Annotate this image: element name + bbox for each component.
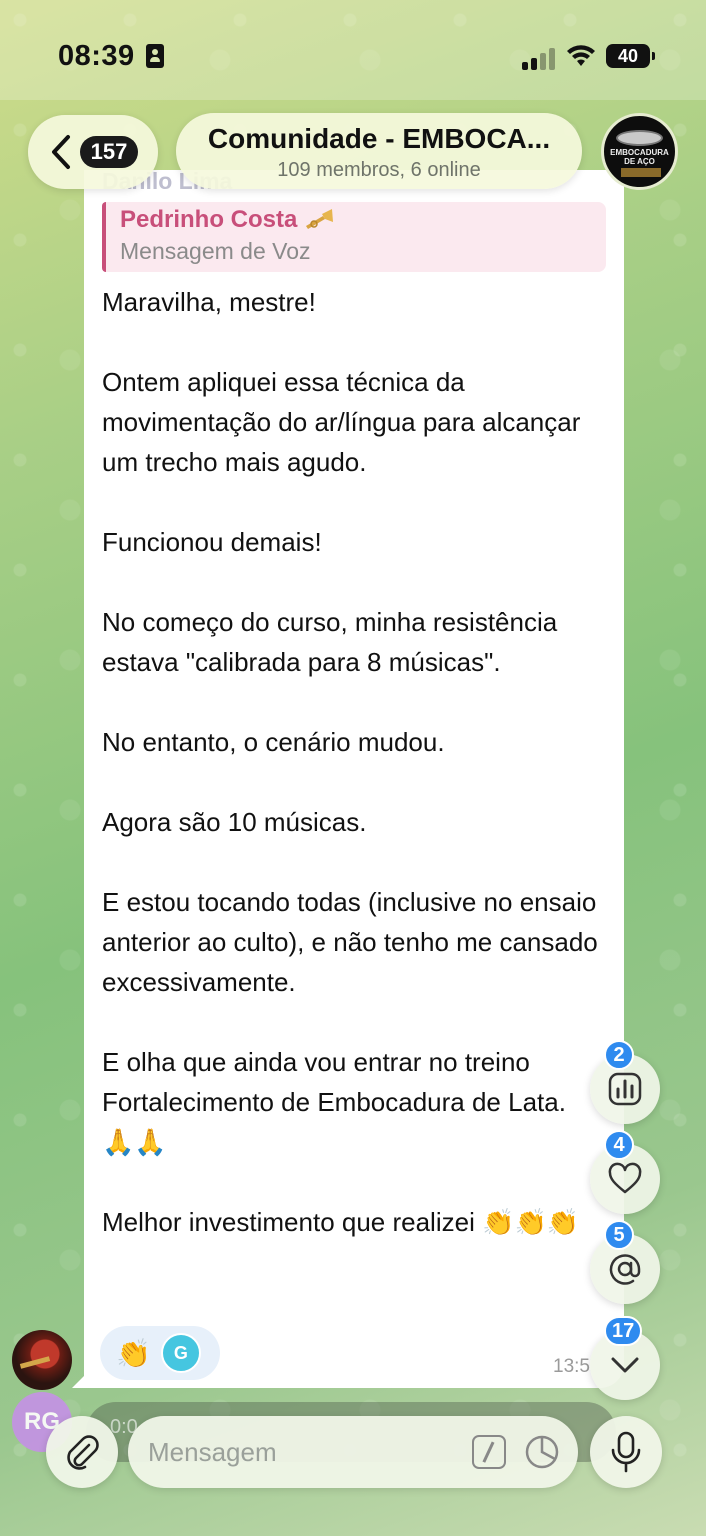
reply-quote[interactable]: Pedrinho Costa Mensagem de Voz xyxy=(102,202,606,272)
poll-chart-icon xyxy=(608,1072,642,1106)
scroll-down-count-badge: 17 xyxy=(604,1316,643,1346)
chat-title: Comunidade - EMBOCA... xyxy=(207,123,551,154)
reactions-button[interactable]: 4 xyxy=(590,1130,660,1214)
trumpet-icon xyxy=(306,209,334,229)
bot-command-icon[interactable] xyxy=(472,1435,506,1469)
contact-card-icon xyxy=(146,44,164,68)
lips-logo-icon xyxy=(616,130,663,146)
group-avatar[interactable]: EMBOCADURA DE AÇO xyxy=(601,113,678,190)
scroll-down-button[interactable]: 17 xyxy=(590,1316,660,1400)
status-time: 08:39 xyxy=(58,40,135,72)
back-button[interactable]: 157 xyxy=(28,115,158,189)
cellular-signal-icon xyxy=(522,46,556,70)
message-input[interactable]: Mensagem xyxy=(128,1416,578,1488)
message-text: Maravilha, mestre! Ontem apliquei essa t… xyxy=(102,287,598,1237)
reactor-avatar: G xyxy=(160,1333,201,1373)
group-avatar-logo-text: EMBOCADURA DE AÇO xyxy=(610,148,669,166)
clap-reaction: 👏 xyxy=(116,1337,151,1369)
status-bar: 08:39 40 xyxy=(0,0,706,100)
message-timestamp: 13:5 xyxy=(553,1356,590,1377)
chat-member-count: 109 membros, 6 online xyxy=(277,159,481,181)
message-input-placeholder: Mensagem xyxy=(148,1436,277,1467)
mentions-button[interactable]: 5 xyxy=(590,1220,660,1304)
chevron-left-icon xyxy=(52,135,70,169)
paperclip-icon xyxy=(67,1435,99,1470)
heart-icon xyxy=(608,1162,642,1194)
battery-icon: 40 xyxy=(606,44,655,68)
microphone-icon xyxy=(611,1431,641,1473)
chat-title-area[interactable]: Comunidade - EMBOCA... 109 membros, 6 on… xyxy=(176,113,582,189)
reactions-count-badge: 4 xyxy=(604,1130,634,1160)
at-sign-icon xyxy=(609,1254,641,1285)
sender-avatar[interactable] xyxy=(12,1330,72,1390)
unread-count-badge: 157 xyxy=(80,136,138,168)
reaction-chip[interactable]: 👏 G xyxy=(100,1326,220,1380)
chevron-down-icon xyxy=(611,1357,639,1373)
sticker-icon[interactable] xyxy=(524,1434,560,1470)
reply-preview-text: Mensagem de Voz xyxy=(120,238,311,264)
reply-author: Pedrinho Costa xyxy=(120,206,298,233)
attach-button[interactable] xyxy=(46,1416,118,1488)
polls-count-badge: 2 xyxy=(604,1040,634,1070)
mentions-count-badge: 5 xyxy=(604,1220,634,1250)
wifi-icon xyxy=(567,45,595,66)
voice-record-button[interactable] xyxy=(590,1416,662,1488)
polls-button[interactable]: 2 xyxy=(590,1040,660,1124)
